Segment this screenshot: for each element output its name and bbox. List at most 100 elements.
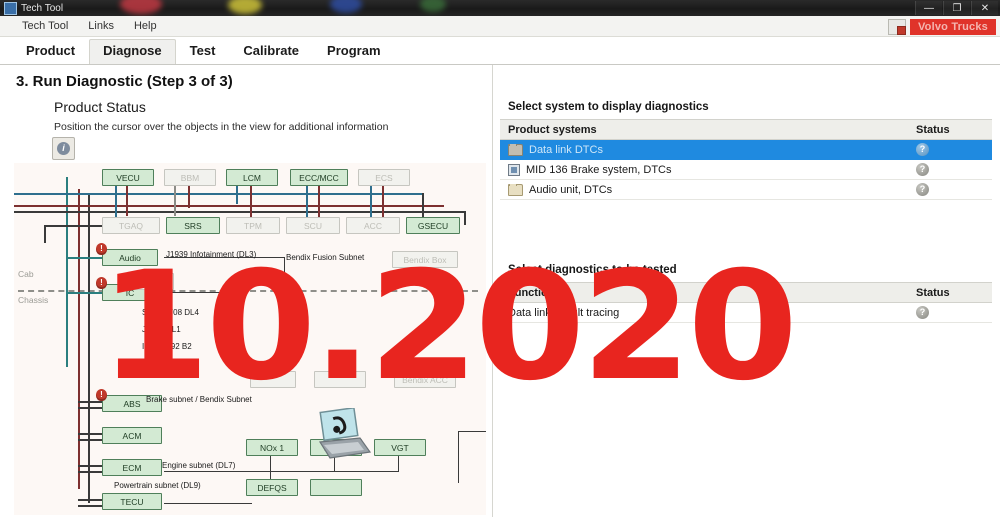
diagram-node-srs[interactable]: SRS [166, 217, 220, 234]
drop-vecu-red [126, 186, 128, 216]
diagram-node-sensor-blank[interactable] [310, 479, 362, 496]
diagnostic-tool-icon [318, 408, 372, 459]
tab-test[interactable]: Test [176, 39, 230, 64]
drop-eccmcc [306, 186, 308, 218]
diagram-node-audio[interactable]: Audio [102, 249, 158, 266]
diagram-node-ecm[interactable]: ECM [102, 459, 162, 476]
diagram-node-bendix-acc[interactable]: Bendix ACC [394, 371, 456, 388]
row-status-cell: ? [916, 163, 992, 176]
leg-audio [66, 257, 102, 259]
diagram-node-defqs[interactable]: DEFQS [246, 479, 298, 496]
branch-tgaq-h [44, 225, 102, 227]
tab-program[interactable]: Program [313, 39, 394, 64]
product-systems-header: Product systems Status [500, 119, 992, 140]
connection-status-icon[interactable] [887, 18, 906, 35]
diagram-node-scu[interactable]: SCU [286, 217, 340, 234]
diagnostics-pane: Select system to display diagnostics Pro… [500, 95, 992, 515]
help-status-icon[interactable]: ? [916, 183, 929, 196]
drop-lcm-red [250, 186, 252, 220]
link-powertrain-subnet [164, 503, 252, 504]
tab-calibrate[interactable]: Calibrate [229, 39, 313, 64]
diagram-node-vecu[interactable]: VECU [102, 169, 154, 186]
diagram-node-ecs[interactable]: ECS [358, 169, 410, 186]
diagram-node-acm[interactable]: ACM [102, 427, 162, 444]
menu-item-links[interactable]: Links [78, 18, 124, 34]
bus-wire-red-horizontal [14, 205, 444, 207]
window-title: Tech Tool [21, 2, 64, 14]
tab-product[interactable]: Product [12, 39, 89, 64]
diagnostics-header: Function Status [500, 282, 992, 303]
warning-badge-audio[interactable] [96, 243, 107, 255]
diagram-node-bbm[interactable]: BBM [164, 169, 216, 186]
branch-tgaq-v [44, 225, 46, 243]
row-label-cell: Data link DTCs [500, 143, 916, 156]
table-row[interactable]: Data link DTCs ? [500, 140, 992, 160]
diagram-node-acc[interactable]: ACC [346, 217, 400, 234]
maximize-button[interactable]: ❐ [943, 1, 970, 15]
warning-badge-abs[interactable] [96, 389, 107, 401]
table-row[interactable]: Audio unit, DTCs ? [500, 180, 992, 200]
column-header-status: Status [916, 286, 950, 299]
diagram-node-gsecu[interactable]: GSECU [406, 217, 460, 234]
diagram-node-tgaq[interactable]: TGAQ [102, 217, 160, 234]
info-button[interactable]: i [52, 137, 75, 160]
product-network-diagram[interactable]: Cab Chassis VECU BBM LCM ECC/MCC ECS TGA… [14, 163, 486, 515]
help-status-icon[interactable]: ? [916, 143, 929, 156]
bus-label-brake-subnet: Brake subnet / Bendix Subnet [146, 395, 252, 404]
leg-tecu-b [78, 505, 102, 507]
menubar: Tech Tool Links Help [0, 16, 1000, 37]
bus-wire-dark-vertical [88, 193, 90, 503]
column-header-product-systems: Product systems [508, 123, 597, 136]
table-row[interactable]: MID 136 Brake system, DTCs ? [500, 160, 992, 180]
bus-label-iso-11992: ISO 11992 B2 [142, 342, 192, 351]
help-status-icon[interactable]: ? [916, 163, 929, 176]
menu-item-tech-tool[interactable]: Tech Tool [12, 18, 78, 34]
bus-label-j1939-dl1: J1939 DL1 [142, 325, 181, 334]
tab-diagnose[interactable]: Diagnose [89, 39, 176, 64]
bus-wire-blue-horizontal [14, 193, 424, 195]
product-status-heading: Product Status [54, 99, 146, 115]
zone-label-chassis: Chassis [18, 295, 49, 305]
bus-label-infotainment: J1939 Infotainment (DL3) [166, 250, 257, 259]
diagram-node-vgt[interactable]: VGT [374, 439, 426, 456]
folder-icon [508, 143, 523, 156]
drop-bbm [174, 186, 176, 216]
link-bendix-v [458, 431, 459, 483]
diagram-node-mid-c[interactable] [314, 371, 366, 388]
window-controls: — ❐ ✕ [914, 0, 998, 16]
warning-badge-ic[interactable] [96, 277, 107, 289]
app-icon [4, 1, 17, 15]
row-label: Data links, fault tracing [508, 306, 620, 319]
table-row[interactable]: Data links, fault tracing ? [500, 303, 992, 323]
leg-acm-a [78, 433, 102, 435]
product-status-pane: Product Status Position the cursor over … [14, 95, 486, 515]
leg-ic [66, 292, 102, 294]
minimize-button[interactable]: — [915, 1, 942, 15]
titlebar-backdrop [0, 0, 1000, 16]
link-vgt-v [398, 456, 399, 472]
diagram-node-lcm[interactable]: LCM [226, 169, 278, 186]
diagram-node-tpm[interactable]: TPM [226, 217, 280, 234]
diagram-node-nox-1[interactable]: NOx 1 [246, 439, 298, 456]
link-infotainment-v [284, 257, 285, 293]
row-status-cell: ? [916, 306, 992, 319]
menu-item-help[interactable]: Help [124, 18, 167, 34]
help-status-icon[interactable]: ? [916, 306, 929, 319]
close-button[interactable]: ✕ [971, 1, 998, 15]
link-bendix-h [458, 431, 486, 432]
leg-ecm-a [78, 465, 102, 467]
row-label: Audio unit, DTCs [529, 183, 613, 196]
row-status-cell: ? [916, 143, 992, 156]
diagnostics-panel-title: Select diagnostics to be tested [508, 264, 677, 276]
product-systems-table: Product systems Status Data link DTCs ? … [500, 119, 992, 200]
diagram-node-mid-a[interactable] [124, 273, 174, 290]
diagram-node-bendix-box[interactable]: Bendix Box [392, 251, 458, 268]
diagram-node-mid-b[interactable] [250, 371, 296, 388]
bus-label-bendix-fusion: Bendix Fusion Subnet [286, 253, 365, 262]
diagram-node-ecc-mcc[interactable]: ECC/MCC [290, 169, 348, 186]
leg-tecu-a [78, 499, 102, 501]
row-label-cell: Audio unit, DTCs [500, 183, 916, 196]
diagram-node-tecu[interactable]: TECU [102, 493, 162, 510]
drop-gsecu-b [464, 211, 466, 225]
main-tabs: Product Diagnose Test Calibrate Program [0, 37, 1000, 65]
